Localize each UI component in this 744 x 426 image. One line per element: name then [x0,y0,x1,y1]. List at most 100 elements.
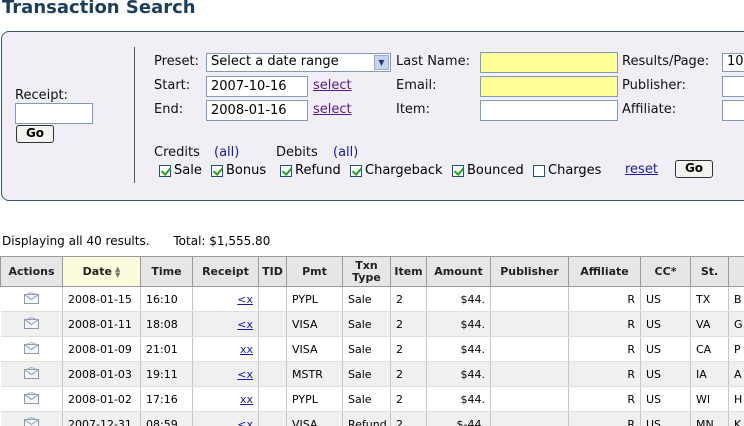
item-input[interactable] [480,100,618,121]
panel-divider [134,47,135,183]
row-action-cell[interactable] [0,311,63,337]
row-action-cell[interactable] [0,411,63,426]
row-txn-type: Sale [342,336,391,362]
row-receipt-link[interactable]: <x [237,293,253,306]
credits-all-link[interactable]: (all) [214,145,239,160]
envelope-icon[interactable] [23,416,39,426]
row-tid [258,386,287,412]
reset-link[interactable]: reset [625,162,658,177]
results-per-page-select[interactable]: 10 [722,53,744,72]
bounced-checkbox[interactable]: Bounced [452,163,524,178]
row-cc: US [640,386,691,412]
search-go-button[interactable]: Go [675,160,713,178]
col-date[interactable]: Date ▲ ▼ [62,256,141,287]
envelope-icon[interactable] [23,391,39,407]
table-row: 2008-01-09 21:01 xx VISA Sale 2 $44. R US CA P [0,336,744,362]
row-receipt-link[interactable]: <x [237,418,253,426]
row-tid [258,411,287,426]
last-name-label: Last Name: [396,54,470,69]
receipt-input[interactable] [15,103,93,124]
row-time: 18:08 [140,311,193,337]
row-state: MN [690,411,729,426]
sort-arrows-icon: ▲ ▼ [114,264,121,279]
row-action-cell[interactable] [0,361,63,387]
preset-select[interactable]: Select a date range ▼ [206,53,391,72]
envelope-icon[interactable] [23,341,39,357]
bonus-checkbox[interactable]: Bonus [211,163,266,178]
envelope-icon[interactable] [23,316,39,332]
row-affiliate: R [568,336,641,362]
row-action-cell[interactable] [0,386,63,412]
row-pmt: VISA [286,336,343,362]
row-extra: B [728,286,744,312]
page-title: Transaction Search [2,0,196,18]
charges-checkbox[interactable]: Charges [533,163,601,178]
row-state: IA [690,361,729,387]
results-per-page-value: 10 [727,54,744,69]
refund-checkbox[interactable]: Refund [280,163,341,178]
start-date-input[interactable] [206,76,308,97]
row-cc: US [640,411,691,426]
col-state[interactable]: St. [690,256,729,287]
publisher-input[interactable] [722,76,744,97]
row-receipt-link[interactable]: xx [240,343,253,356]
envelope-icon[interactable] [23,291,39,307]
end-select-link[interactable]: select [313,102,352,117]
charges-checkbox-box[interactable] [533,164,545,177]
col-cc[interactable]: CC* [640,256,691,287]
row-state: WI [690,386,729,412]
publisher-label: Publisher: [622,78,686,93]
row-extra: G [728,311,744,337]
sale-checkbox-box[interactable] [159,164,171,177]
col-publisher[interactable]: Publisher [490,256,569,287]
row-receipt-cell: <x [192,411,259,426]
refund-checkbox-box[interactable] [280,164,292,177]
affiliate-input[interactable] [722,100,744,121]
col-receipt[interactable]: Receipt [192,256,259,287]
row-amount: $44. [426,361,491,387]
row-publisher [490,361,569,387]
envelope-icon[interactable] [23,366,39,382]
row-receipt-link[interactable]: xx [240,393,253,406]
row-tid [258,311,287,337]
col-txn-type[interactable]: Txn Type [342,256,391,287]
last-name-input[interactable] [480,52,618,73]
email-input[interactable] [480,76,618,97]
start-select-link[interactable]: select [313,78,352,93]
row-tid [258,361,287,387]
item-label: Item: [396,102,430,117]
end-date-input[interactable] [206,100,308,121]
col-amount[interactable]: Amount [426,256,491,287]
col-tid[interactable]: TID [258,256,287,287]
bounced-checkbox-box[interactable] [452,164,464,177]
row-receipt-link[interactable]: <x [237,368,253,381]
row-action-cell[interactable] [0,336,63,362]
table-row: 2008-01-11 18:08 <x VISA Sale 2 $44. R US VA G [0,311,744,337]
row-extra: A [728,361,744,387]
col-time[interactable]: Time [140,256,193,287]
bonus-checkbox-box[interactable] [211,164,223,177]
col-extra[interactable] [728,256,744,287]
col-pmt[interactable]: Pmt [286,256,343,287]
row-action-cell[interactable] [0,286,63,312]
table-row: 2007-12-31 08:59 <x VISA Refund 2 $-44. R US MN K [0,411,744,426]
results-summary: Displaying all 40 results. Total: $1,555… [2,234,270,248]
row-extra: P [728,336,744,362]
chevron-down-icon[interactable]: ▼ [374,55,389,70]
refund-checkbox-label: Refund [295,163,341,178]
receipt-go-button[interactable]: Go [16,125,54,143]
chargeback-checkbox-box[interactable] [350,164,362,177]
row-extra: H [728,386,744,412]
col-actions[interactable]: Actions [0,256,63,287]
debits-all-link[interactable]: (all) [333,145,358,160]
credits-label: Credits [154,145,200,160]
sale-checkbox[interactable]: Sale [159,163,202,178]
col-affiliate[interactable]: Affiliate [568,256,641,287]
chargeback-checkbox[interactable]: Chargeback [350,163,443,178]
row-receipt-link[interactable]: <x [237,318,253,331]
row-cc: US [640,311,691,337]
table-row: 2008-01-02 17:16 xx PYPL Sale 2 $44. R US WI H [0,386,744,412]
col-item[interactable]: Item [390,256,427,287]
row-state: VA [690,311,729,337]
row-pmt: MSTR [286,361,343,387]
